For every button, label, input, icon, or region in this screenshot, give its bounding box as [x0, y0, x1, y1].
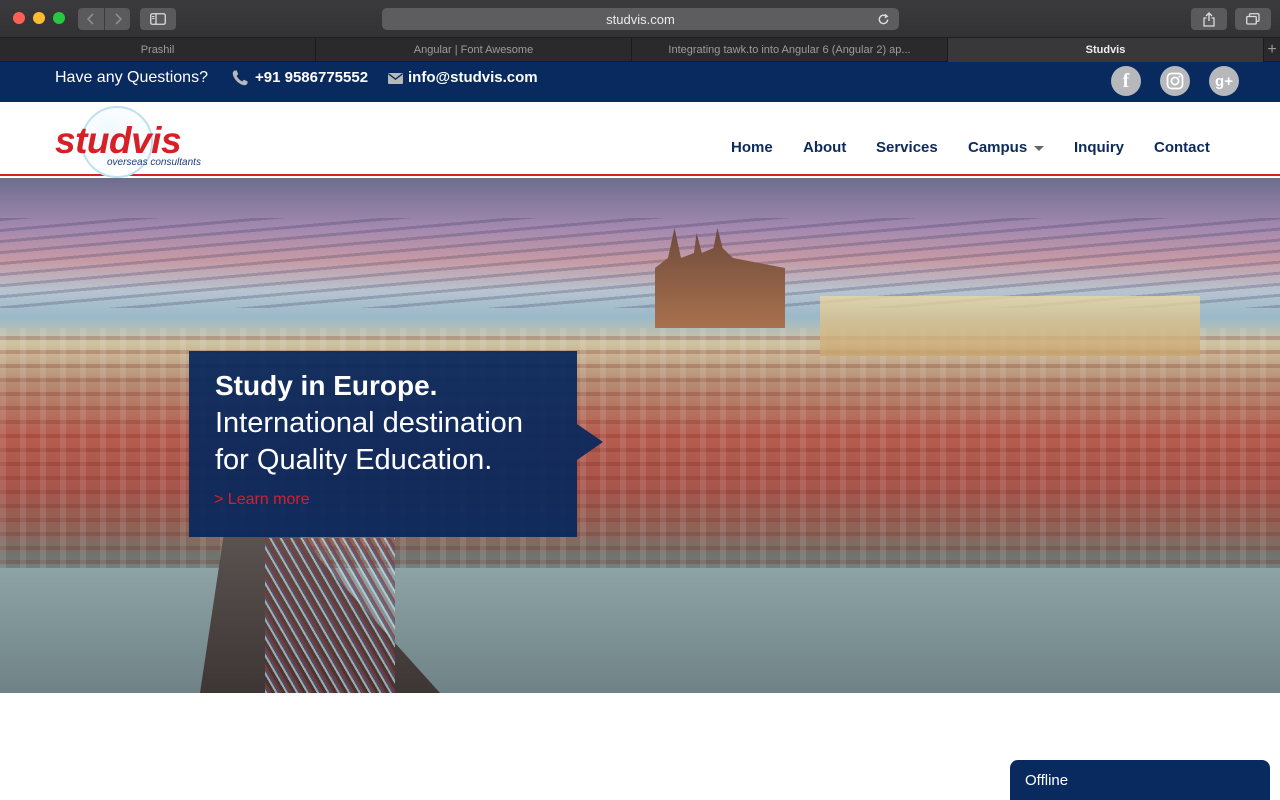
close-window-button[interactable] [13, 12, 25, 24]
facebook-icon: f [1122, 69, 1130, 92]
hero-subtitle-line-2: for Quality Education. [215, 444, 493, 476]
facebook-link[interactable]: f [1111, 66, 1141, 96]
forward-button[interactable] [104, 8, 130, 30]
hero-sky-clouds [0, 218, 1280, 308]
hero-castle [820, 296, 1200, 356]
hero-title: Study in Europe. [215, 370, 438, 401]
nav-item-label: Services [876, 139, 938, 156]
fullscreen-window-button[interactable] [53, 12, 65, 24]
tab-label: Prashil [140, 44, 175, 56]
nav-item-campus[interactable]: Campus [968, 138, 1045, 158]
browser-tab[interactable]: Angular | Font Awesome [316, 38, 632, 62]
chevron-left-icon [86, 13, 94, 25]
nav-item-services[interactable]: Services [876, 138, 938, 158]
nav-item-label: Inquiry [1074, 139, 1125, 156]
tab-bar: Prashil Angular | Font Awesome Integrati… [0, 38, 1280, 62]
nav-item-label: Campus [968, 139, 1028, 156]
site-logo[interactable]: studvis overseas consultants [53, 106, 213, 178]
plus-icon: + [1267, 40, 1277, 58]
email-address: info@studvis.com [408, 69, 538, 86]
hero-river [0, 568, 1280, 693]
site-header: studvis overseas consultants Home About … [0, 102, 1280, 178]
nav-item-home[interactable]: Home [731, 138, 773, 158]
logo-tagline: overseas consultants [107, 157, 201, 168]
instagram-link[interactable] [1160, 66, 1190, 96]
address-bar[interactable]: studvis.com [382, 8, 899, 30]
phone-icon [232, 70, 248, 86]
tab-label: Angular | Font Awesome [413, 44, 534, 56]
contact-info-bar: Have any Questions? +91 9586775552 info@… [0, 62, 1280, 102]
chat-status: Offline [1025, 771, 1069, 789]
back-button[interactable] [78, 8, 104, 30]
browser-tab-active[interactable]: Studvis [948, 38, 1264, 62]
nav-item-label: About [803, 139, 847, 156]
nav-item-inquiry[interactable]: Inquiry [1074, 138, 1124, 158]
address-url: studvis.com [606, 11, 675, 27]
phone-number: +91 9586775552 [255, 69, 369, 86]
nav-item-contact[interactable]: Contact [1154, 138, 1210, 158]
sidebar-toggle-button[interactable] [140, 8, 176, 30]
learn-more-link[interactable]: > Learn more [214, 490, 310, 510]
hero-banner: Study in Europe. International destinati… [0, 178, 1280, 693]
chevron-right-icon [114, 13, 122, 25]
share-button[interactable] [1191, 8, 1227, 30]
hero-subtitle-line-1: International destination [215, 407, 523, 439]
chat-widget[interactable]: Offline [1010, 760, 1270, 800]
browser-toolbar: studvis.com [0, 0, 1280, 38]
tab-label: Studvis [1085, 44, 1126, 56]
tabs-overview-icon [1246, 13, 1260, 25]
email-contact[interactable]: info@studvis.com [388, 68, 538, 88]
show-tabs-button[interactable] [1235, 8, 1271, 30]
nav-item-label: Contact [1154, 139, 1210, 156]
browser-tab[interactable]: Integrating tawk.to into Angular 6 (Angu… [632, 38, 948, 62]
share-icon [1203, 11, 1215, 27]
sidebar-icon [150, 13, 166, 25]
reload-icon[interactable] [875, 11, 891, 27]
browser-tab[interactable]: Prashil [0, 38, 316, 62]
nav-item-about[interactable]: About [803, 138, 846, 158]
google-plus-icon: g+ [1215, 72, 1233, 90]
phone-contact[interactable]: +91 9586775552 [231, 68, 368, 88]
envelope-icon [388, 72, 403, 84]
questions-text: Have any Questions? [55, 69, 208, 86]
hero-callout-box: Study in Europe. International destinati… [189, 351, 603, 537]
tab-label: Integrating tawk.to into Angular 6 (Angu… [668, 44, 911, 56]
hero-crowd [265, 538, 395, 693]
logo-wordmark: studvis [55, 120, 182, 161]
minimize-window-button[interactable] [33, 12, 45, 24]
caret-down-icon [1034, 145, 1045, 151]
new-tab-button[interactable]: + [1264, 38, 1280, 61]
google-plus-link[interactable]: g+ [1209, 66, 1239, 96]
nav-item-label: Home [731, 139, 773, 156]
instagram-icon [1166, 72, 1184, 90]
